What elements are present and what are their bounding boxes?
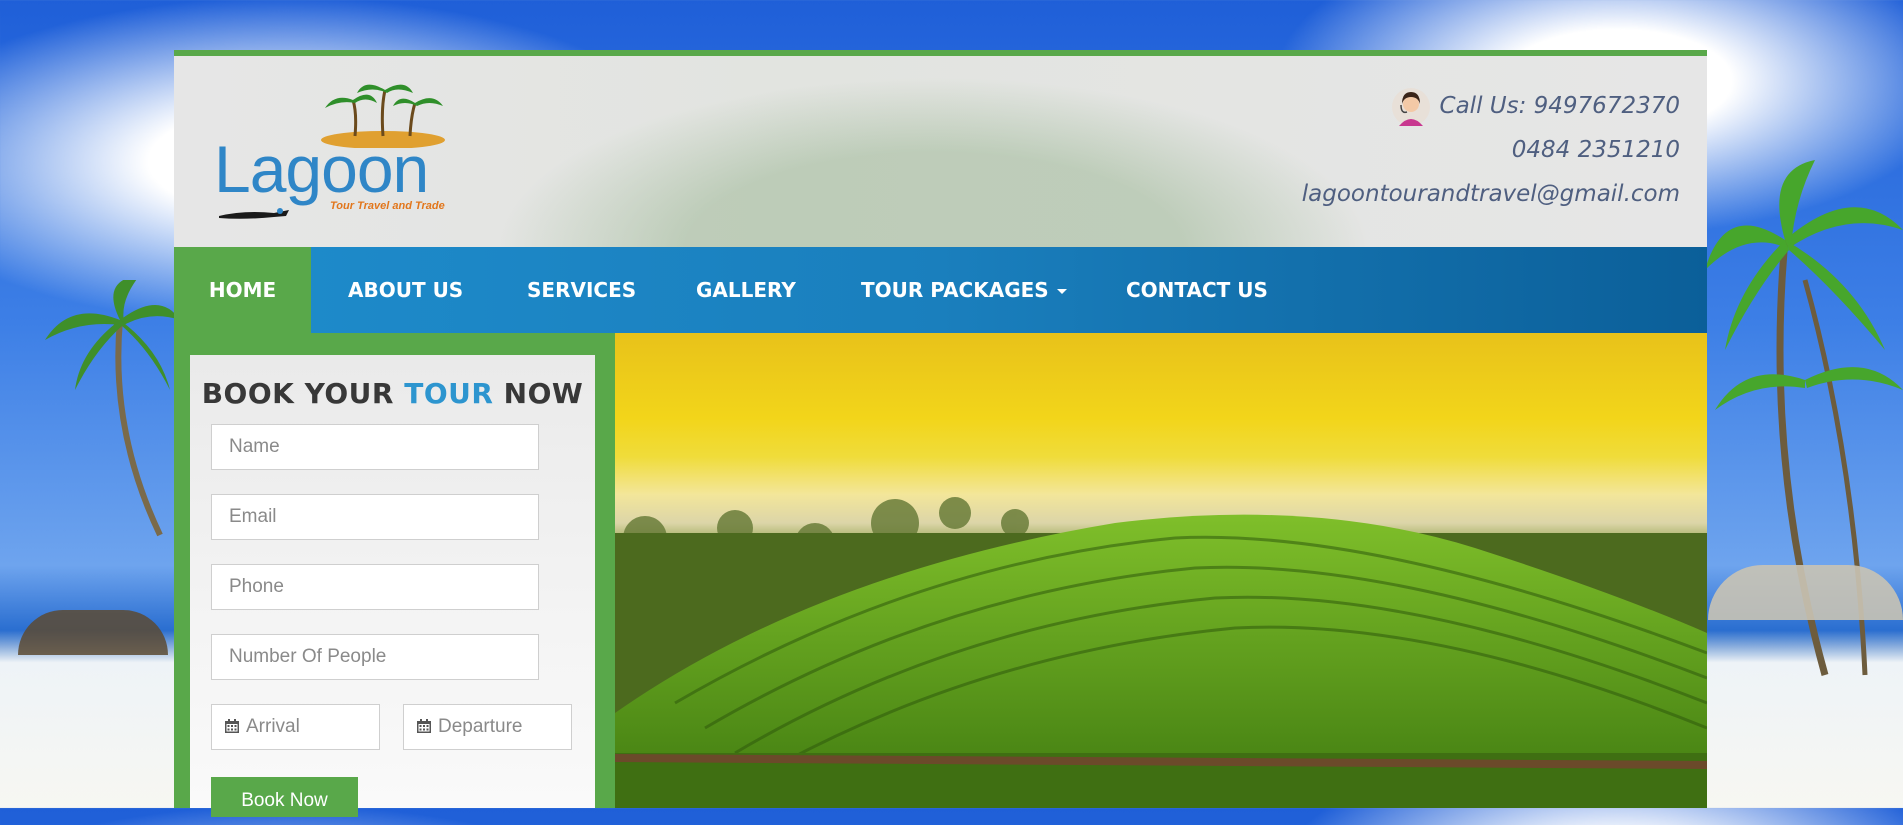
hero-image-tea-plantation (615, 333, 1707, 808)
call-us-line: Call Us: 9497672370 (1302, 84, 1680, 128)
support-agent-icon (1391, 87, 1430, 126)
contact-email-link[interactable]: lagoontourandtravel@gmail.com (1302, 172, 1680, 216)
site-header: Lagoon Tour Travel and Trade Call Us: 94… (174, 56, 1707, 247)
nav-about-us[interactable]: ABOUT US (348, 247, 463, 333)
landline-phone[interactable]: 0484 2351210 (1302, 128, 1680, 172)
nav-services-label: SERVICES (527, 278, 637, 302)
departure-date-field[interactable]: Departure (403, 704, 572, 750)
site-container: Lagoon Tour Travel and Trade Call Us: 94… (174, 50, 1707, 817)
background-palm-left (45, 280, 180, 537)
caret-down-icon (1056, 289, 1067, 294)
arrival-date-field[interactable]: Arrival (211, 704, 380, 750)
name-placeholder: Name (229, 436, 280, 457)
snorkeler-icon (219, 208, 289, 219)
book-now-button[interactable]: Book Now (211, 777, 358, 817)
nav-about-us-label: ABOUT US (348, 278, 464, 302)
email-placeholder: Email (229, 506, 277, 527)
email-field[interactable]: Email (211, 494, 539, 540)
main-navigation: HOME ABOUT US SERVICES GALLERY TOUR PACK… (174, 247, 1707, 333)
logo-tagline: Tour Travel and Trade (330, 200, 445, 212)
header-palm-backdrop (494, 76, 1374, 247)
nav-home[interactable]: HOME (174, 247, 311, 333)
booking-title-part2: NOW (493, 377, 584, 410)
phone-placeholder: Phone (229, 576, 284, 597)
booking-title-highlight: TOUR (404, 377, 494, 410)
nav-tour-packages-label: TOUR PACKAGES (861, 278, 1049, 302)
booking-title: BOOK YOUR TOUR NOW (190, 377, 595, 410)
nav-home-label: HOME (208, 278, 277, 302)
departure-placeholder: Departure (438, 716, 523, 737)
background-water-villas-right (1708, 565, 1903, 620)
nav-contact-us[interactable]: CONTACT US (1126, 247, 1268, 333)
background-water-villas-left (18, 610, 168, 655)
calendar-icon (417, 719, 431, 733)
number-of-people-field[interactable]: Number Of People (211, 634, 539, 680)
name-field[interactable]: Name (211, 424, 539, 470)
people-placeholder: Number Of People (229, 646, 387, 667)
site-logo[interactable]: Lagoon Tour Travel and Trade (210, 78, 500, 228)
nav-contact-us-label: CONTACT US (1126, 278, 1268, 302)
call-us-phone-link[interactable]: Call Us: 9497672370 (1440, 93, 1680, 119)
booking-title-part1: BOOK YOUR (201, 377, 405, 410)
calendar-icon (225, 719, 239, 733)
nav-gallery-label: GALLERY (696, 278, 796, 302)
booking-form: BOOK YOUR TOUR NOW Name Email Phone Numb… (190, 355, 595, 817)
nav-gallery[interactable]: GALLERY (696, 247, 796, 333)
nav-services[interactable]: SERVICES (527, 247, 636, 333)
hero-landscape (615, 497, 1707, 808)
logo-wordmark: Lagoon (214, 132, 429, 206)
header-contact: Call Us: 9497672370 0484 2351210 lagoont… (1302, 84, 1680, 216)
arrival-placeholder: Arrival (246, 716, 300, 737)
nav-tour-packages[interactable]: TOUR PACKAGES (861, 247, 1067, 333)
phone-field[interactable]: Phone (211, 564, 539, 610)
